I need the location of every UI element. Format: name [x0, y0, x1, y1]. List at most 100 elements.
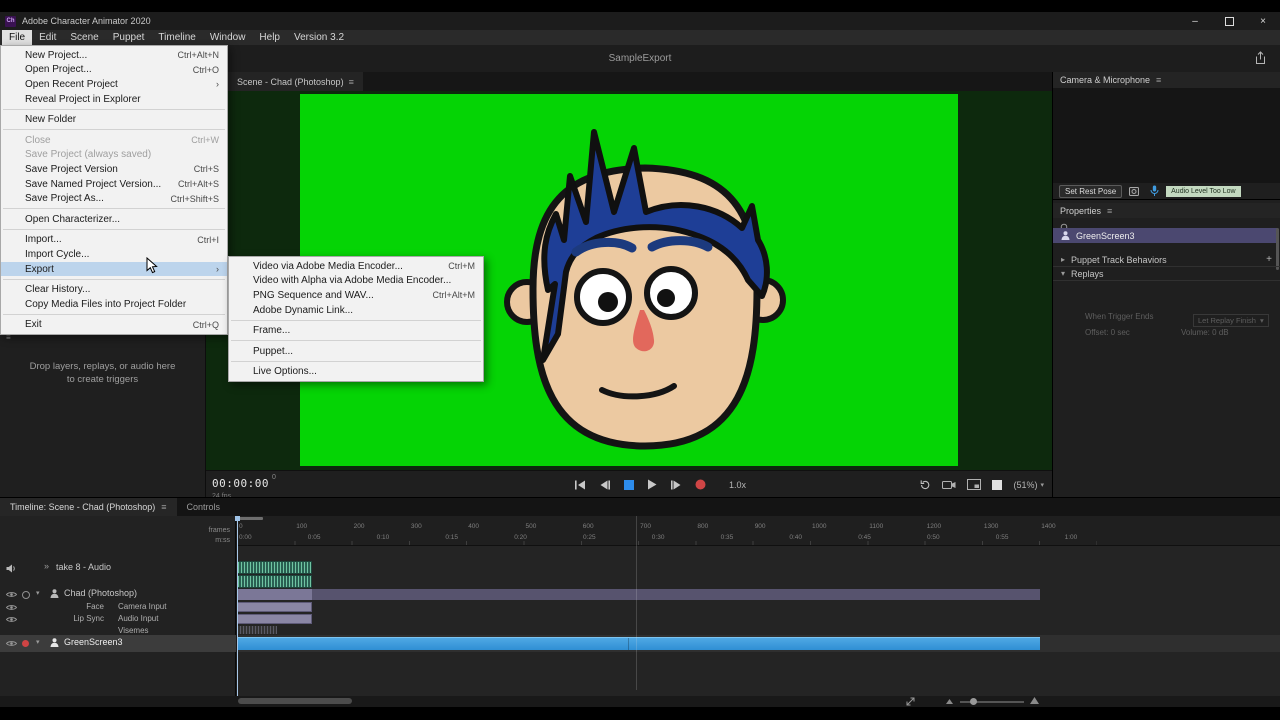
track-label-audio[interactable]: take 8 - Audio — [56, 562, 111, 572]
puppet-track-bar[interactable] — [237, 589, 1040, 600]
chevron-right-icon[interactable]: ▸ — [1061, 255, 1065, 264]
maximize-button[interactable] — [1212, 12, 1246, 30]
audio-clip[interactable] — [237, 561, 312, 574]
menubar-item-timeline[interactable]: Timeline — [151, 30, 202, 45]
zoom-out-mountain-icon[interactable] — [946, 699, 953, 704]
panel-menu-icon[interactable]: ≡ — [161, 502, 166, 512]
menu-item-exit[interactable]: ExitCtrl+Q — [1, 318, 227, 333]
panel-menu-icon[interactable]: ≡ — [1156, 75, 1161, 85]
expand-icon[interactable] — [906, 697, 915, 706]
next-frame-button[interactable] — [670, 480, 682, 490]
menu-item-png-sequence-and-wav[interactable]: PNG Sequence and WAV...Ctrl+Alt+M — [229, 288, 483, 303]
tab-scene[interactable]: Scene - Chad (Photoshop) ≡ — [228, 72, 363, 91]
play-button[interactable] — [647, 479, 657, 490]
behavior-label-face[interactable]: Face — [56, 602, 104, 611]
properties-selected-item[interactable]: GreenScreen3 — [1053, 228, 1277, 243]
audio-clip[interactable] — [237, 575, 312, 588]
previous-frame-button[interactable] — [599, 480, 611, 490]
close-button[interactable]: × — [1246, 12, 1280, 30]
menu-item-clear-history[interactable]: Clear History... — [1, 282, 227, 297]
menubar-item-puppet[interactable]: Puppet — [106, 30, 152, 45]
matte-toggle-icon[interactable] — [992, 480, 1002, 490]
timeline-ruler[interactable]: 0100200300400500600700800900100011001200… — [237, 516, 1280, 546]
playback-speed[interactable]: 1.0x — [729, 480, 746, 490]
horizontal-scrollbar[interactable] — [238, 698, 352, 704]
set-rest-pose-button[interactable]: Set Rest Pose — [1059, 185, 1122, 198]
menu-item-save-project-always-saved[interactable]: Save Project (always saved) — [1, 148, 227, 163]
greenscreen-clip[interactable] — [237, 637, 1040, 650]
menu-item-import-cycle[interactable]: Import Cycle... — [1, 247, 227, 262]
menubar-item-version-3-2[interactable]: Version 3.2 — [287, 30, 351, 45]
menu-item-close[interactable]: CloseCtrl+W — [1, 133, 227, 148]
camera-icon[interactable] — [1129, 186, 1143, 196]
eye-icon[interactable] — [6, 616, 17, 623]
menubar-item-help[interactable]: Help — [252, 30, 287, 45]
chevron-down-icon[interactable]: ▾ — [1061, 269, 1065, 278]
menu-item-open-characterizer[interactable]: Open Characterizer... — [1, 212, 227, 227]
track-label-greenscreen[interactable]: GreenScreen3 — [64, 637, 123, 647]
menubar-item-window[interactable]: Window — [203, 30, 253, 45]
menu-item-adobe-dynamic-link[interactable]: Adobe Dynamic Link... — [229, 303, 483, 318]
add-behavior-button[interactable]: + — [1266, 254, 1272, 265]
menu-item-frame[interactable]: Frame... — [229, 323, 483, 338]
record-armed-indicator[interactable] — [22, 640, 29, 647]
zoom-level-select[interactable]: (51%) ▾ — [1013, 480, 1044, 490]
menu-item-export[interactable]: Export› — [1, 262, 227, 277]
timeline-clip-area[interactable]: 0100200300400500600700800900100011001200… — [237, 516, 1280, 696]
panel-menu-icon[interactable]: ≡ — [349, 77, 354, 87]
visemes-clip[interactable] — [237, 626, 277, 634]
record-button[interactable] — [695, 479, 706, 490]
menu-item-save-named-project-version[interactable]: Save Named Project Version...Ctrl+Alt+S — [1, 177, 227, 192]
section-replays[interactable]: ▾ Replays — [1053, 267, 1280, 281]
menubar-item-edit[interactable]: Edit — [32, 30, 63, 45]
menu-item-import[interactable]: Import...Ctrl+I — [1, 233, 227, 248]
track-label-chad[interactable]: Chad (Photoshop) — [64, 588, 137, 598]
lipsync-take-clip[interactable] — [237, 614, 312, 624]
when-trigger-ends-dropdown[interactable]: Let Replay Finish ▾ — [1193, 310, 1269, 328]
panel-menu-icon[interactable]: ≡ — [1107, 206, 1112, 216]
tab-timeline[interactable]: Timeline: Scene - Chad (Photoshop) ≡ — [0, 498, 177, 516]
behavior-label-lipsync[interactable]: Lip Sync — [56, 614, 104, 623]
face-take-clip[interactable] — [237, 602, 312, 612]
minimize-button[interactable]: – — [1178, 12, 1212, 30]
tab-controls[interactable]: Controls — [177, 498, 231, 516]
stop-button[interactable] — [624, 480, 634, 490]
playhead[interactable] — [237, 516, 238, 696]
microphone-icon[interactable] — [1150, 185, 1159, 197]
timeline-zoom-handle[interactable] — [970, 698, 977, 705]
zoom-in-mountain-icon[interactable] — [1030, 697, 1039, 704]
menu-item-save-project-version[interactable]: Save Project VersionCtrl+S — [1, 162, 227, 177]
eye-icon[interactable] — [6, 640, 17, 647]
loop-icon[interactable] — [919, 479, 931, 491]
go-to-start-button[interactable] — [574, 480, 586, 490]
speaker-icon[interactable] — [6, 564, 16, 573]
menu-item-open-recent-project[interactable]: Open Recent Project› — [1, 77, 227, 92]
menu-item-video-with-alpha-via-adobe-media[interactable]: Video with Alpha via Adobe Media Encoder… — [229, 274, 483, 289]
menu-item-new-project[interactable]: New Project...Ctrl+Alt+N — [1, 48, 227, 63]
menu-item-live-options[interactable]: Live Options... — [229, 365, 483, 380]
menubar-item-file[interactable]: File — [2, 30, 32, 45]
playhead-handle[interactable] — [235, 516, 240, 521]
ruler-mini-scrollbar[interactable] — [238, 517, 263, 520]
menu-item-new-folder[interactable]: New Folder — [1, 112, 227, 127]
arm-record-toggle[interactable] — [22, 591, 30, 599]
menu-item-save-project-as[interactable]: Save Project As...Ctrl+Shift+S — [1, 191, 227, 206]
take-segment[interactable] — [237, 589, 312, 600]
chevron-down-icon[interactable]: ▾ — [36, 638, 40, 646]
eye-icon[interactable] — [6, 604, 17, 611]
ruler-tick: 300 — [411, 523, 422, 530]
menu-bar: FileEditScenePuppetTimelineWindowHelpVer… — [0, 30, 1280, 45]
chevron-down-icon[interactable]: ▾ — [36, 589, 40, 597]
menu-item-copy-media-files-into-project-fo[interactable]: Copy Media Files into Project Folder — [1, 297, 227, 312]
camera-feed-icon[interactable] — [942, 479, 956, 490]
timecode[interactable]: 00:00:00 — [212, 477, 269, 490]
menu-item-puppet[interactable]: Puppet... — [229, 344, 483, 359]
menu-item-video-via-adobe-media-encoder[interactable]: Video via Adobe Media Encoder...Ctrl+M — [229, 259, 483, 274]
menu-item-reveal-project-in-explorer[interactable]: Reveal Project in Explorer — [1, 92, 227, 107]
menubar-item-scene[interactable]: Scene — [63, 30, 105, 45]
section-puppet-track-behaviors[interactable]: ▸ Puppet Track Behaviors + — [1053, 253, 1280, 267]
picture-in-picture-icon[interactable] — [967, 479, 981, 490]
share-export-icon[interactable] — [1254, 51, 1267, 65]
eye-icon[interactable] — [6, 591, 17, 598]
menu-item-open-project[interactable]: Open Project...Ctrl+O — [1, 63, 227, 78]
